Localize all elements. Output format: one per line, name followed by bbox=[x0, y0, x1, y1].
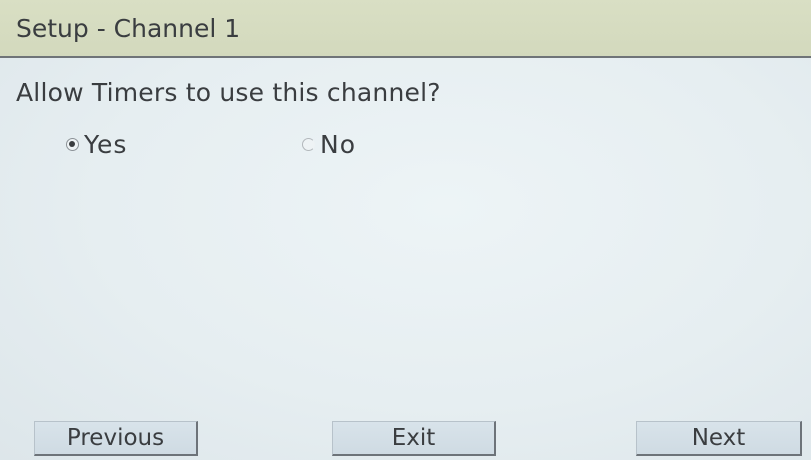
radio-option-yes[interactable]: Yes bbox=[66, 128, 127, 160]
radio-button-no[interactable] bbox=[302, 137, 315, 151]
radio-button-yes[interactable] bbox=[66, 137, 79, 151]
page-title: Setup - Channel 1 bbox=[16, 14, 241, 43]
radio-label-no: No bbox=[320, 129, 356, 159]
title-bar: Setup - Channel 1 bbox=[0, 0, 811, 58]
question-label: Allow Timers to use this channel? bbox=[16, 78, 441, 107]
radio-option-no[interactable]: No bbox=[302, 128, 356, 160]
setup-screen: Setup - Channel 1 Allow Timers to use th… bbox=[0, 0, 811, 460]
previous-button[interactable]: Previous bbox=[34, 421, 198, 456]
radio-label-yes: Yes bbox=[84, 129, 128, 159]
next-button[interactable]: Next bbox=[636, 421, 802, 456]
exit-button[interactable]: Exit bbox=[332, 421, 496, 456]
